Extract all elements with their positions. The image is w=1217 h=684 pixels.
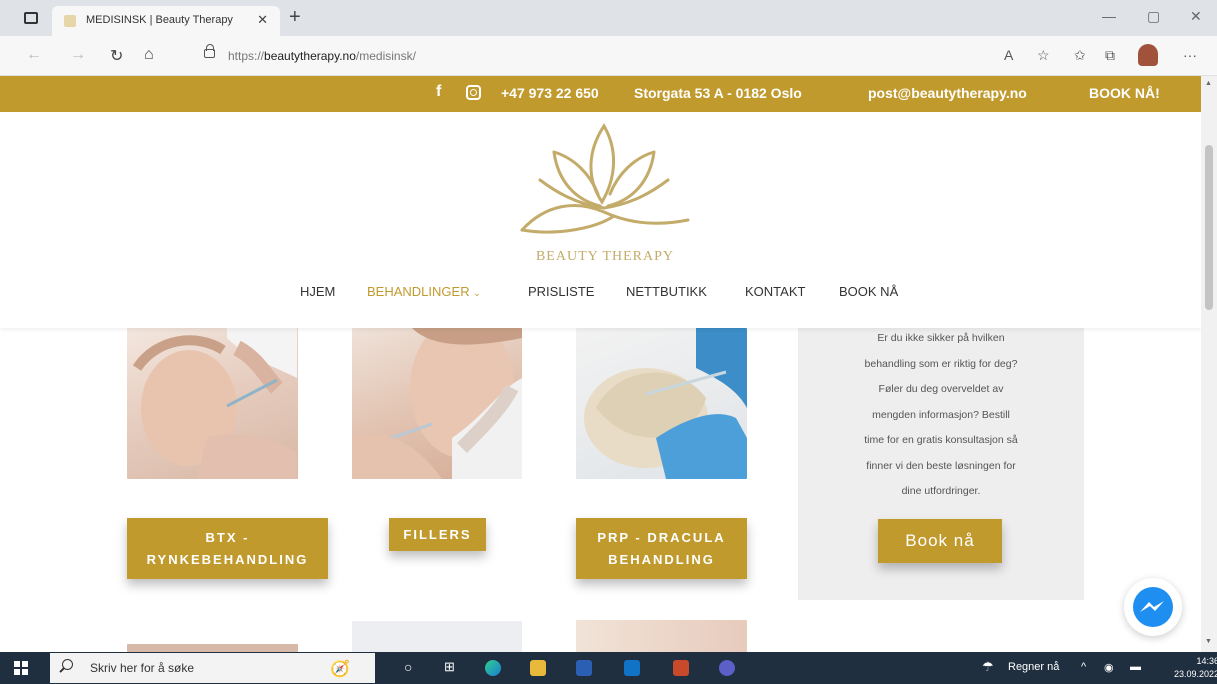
close-tab-icon[interactable]: ✕ [257,12,268,28]
windows-taskbar: Skriv her for å søke 🧭 ○ ⊞ ☂ Regner nå ^… [0,652,1217,684]
rain-weather-icon[interactable]: ☂ [982,659,994,675]
task-view-icon[interactable]: ⊞ [444,659,455,675]
file-explorer-icon[interactable] [530,660,546,676]
url-text: https://beautytherapy.no/medisinsk/ [228,49,416,63]
more-icon[interactable]: ··· [1183,47,1197,63]
add-favorite-icon[interactable]: ☆ [1037,47,1050,64]
show-hidden-icons-icon[interactable]: ^ [1081,661,1086,673]
scrollbar-thumb[interactable] [1205,145,1213,310]
search-placeholder: Skriv her for å søke [90,661,195,675]
battery-icon[interactable]: ▬ [1130,661,1141,673]
chevron-down-icon: ⌄ [473,288,481,298]
site-header: BEAUTY THERAPY HJEM BEHANDLINGER ⌄ PRISL… [0,112,1201,328]
menu-kontakt[interactable]: KONTAKT [745,284,805,299]
outlook-icon[interactable] [624,660,640,676]
forward-icon[interactable]: → [70,46,86,64]
address-link[interactable]: Storgata 53 A - 0182 Oslo [634,85,802,101]
profile-avatar[interactable] [1138,44,1158,66]
weather-text[interactable]: Regner nå [1008,661,1059,673]
book-now-top-link[interactable]: BOOK NÅ! [1089,85,1160,101]
brand-name: BEAUTY THERAPY [535,249,675,264]
close-window-icon[interactable]: ✕ [1190,8,1202,25]
prp-button[interactable]: PRP - DRACULA BEHANDLING [576,518,747,579]
search-highlight-icon: 🧭 [330,661,350,678]
prp-treatment-image[interactable] [576,328,747,479]
menu-book-na[interactable]: BOOK NÅ [839,284,898,299]
minimize-icon[interactable]: — [1102,8,1116,24]
scroll-up-icon[interactable]: ▲ [1205,80,1212,87]
refresh-icon[interactable]: ↻ [110,46,123,66]
browser-tab[interactable]: MEDISINSK | Beauty Therapy ✕ [52,6,280,36]
website-viewport: f +47 973 22 650 Storgata 53 A - 0182 Os… [0,76,1201,652]
home-icon[interactable]: ⌂ [144,46,154,64]
scroll-down-icon[interactable]: ▼ [1205,638,1212,645]
treatments-section: BTX - RYNKEBEHANDLING FILLERS PRP - DRACU… [0,328,1201,652]
facebook-icon[interactable]: f [436,83,441,101]
menu-prisliste[interactable]: PRISLISTE [528,284,594,299]
site-favicon-icon [64,15,76,27]
collections-icon[interactable]: ⧉ [1105,47,1115,64]
search-icon [62,659,73,670]
messenger-chat-icon[interactable] [1124,578,1182,636]
consultation-text: Er du ikke sikker på hvilken behandling … [864,332,1018,497]
next-treatment-image[interactable] [576,620,747,652]
back-icon[interactable]: ← [26,46,42,64]
browser-window: MEDISINSK | Beauty Therapy ✕ + — ▢ ✕ ← →… [0,0,1217,684]
email-link[interactable]: post@beautytherapy.no [868,85,1027,101]
network-icon[interactable]: ◉ [1104,661,1114,674]
restore-icon[interactable]: ▢ [1147,8,1160,25]
menu-behandlinger[interactable]: BEHANDLINGER ⌄ [367,284,481,299]
powerpoint-icon[interactable] [673,660,689,676]
taskbar-clock[interactable]: 14:36 23.09.2022 [1174,655,1217,681]
btx-button[interactable]: BTX - RYNKEBEHANDLING [127,518,328,579]
consultation-box: Er du ikke sikker på hvilken behandling … [798,328,1084,600]
book-now-button[interactable]: Book nå [878,519,1002,563]
word-icon[interactable] [576,660,592,676]
next-treatment-image[interactable] [127,644,298,652]
menu-nettbutikk[interactable]: NETTBUTIKK [626,284,707,299]
menu-hjem[interactable]: HJEM [300,284,335,299]
cortana-icon[interactable]: ○ [404,659,412,675]
fillers-button[interactable]: FILLERS [389,518,486,551]
contact-topbar: f +47 973 22 650 Storgata 53 A - 0182 Os… [0,76,1201,112]
favorites-icon[interactable]: ✩ [1074,47,1086,64]
tab-actions-icon[interactable] [24,12,38,24]
instagram-icon[interactable] [466,85,481,100]
lotus-logo-icon[interactable] [518,120,694,248]
fillers-treatment-image[interactable] [352,328,522,479]
new-tab-icon[interactable]: + [289,7,301,27]
lock-icon[interactable] [204,44,215,58]
address-toolbar: ← → ↻ ⌂ https://beautytherapy.no/medisin… [0,36,1217,76]
taskbar-search[interactable]: Skriv her for å søke 🧭 [50,653,375,683]
edge-icon[interactable] [485,660,501,676]
read-aloud-icon[interactable]: A [1004,47,1013,63]
teams-icon[interactable] [719,660,735,676]
tab-title: MEDISINSK | Beauty Therapy [86,14,233,26]
windows-start-icon[interactable] [14,661,28,675]
tab-bar: MEDISINSK | Beauty Therapy ✕ + — ▢ ✕ [0,0,1217,36]
phone-link[interactable]: +47 973 22 650 [501,85,599,101]
btx-treatment-image[interactable] [127,328,298,479]
next-treatment-image[interactable] [352,621,522,652]
address-bar[interactable]: https://beautytherapy.no/medisinsk/ [196,42,986,70]
